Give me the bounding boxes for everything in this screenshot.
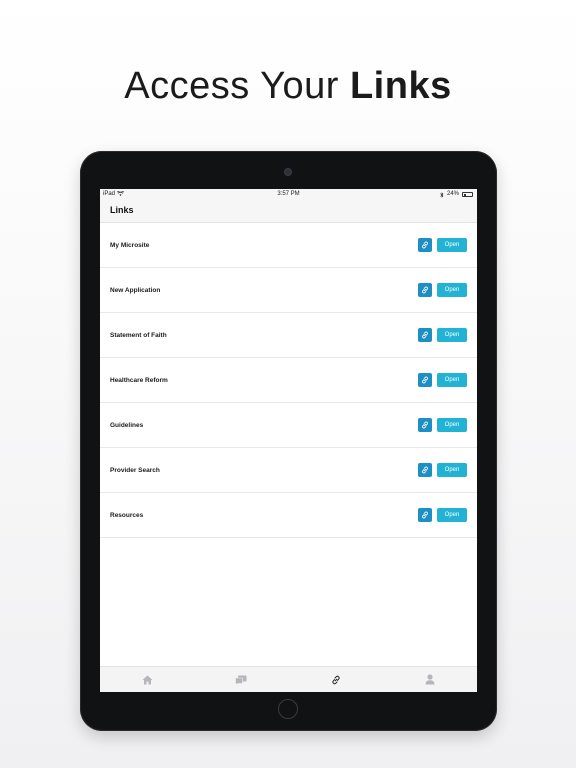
open-button[interactable]: Open: [437, 373, 467, 387]
tab-messages[interactable]: [194, 667, 288, 692]
list-item-label: Provider Search: [110, 466, 160, 474]
list-item[interactable]: Guidelines Open: [100, 403, 477, 448]
headline-regular: Access Your: [124, 65, 339, 107]
tab-home[interactable]: [100, 667, 194, 692]
link-icon: [331, 675, 341, 685]
headline-bold: Links: [349, 65, 452, 107]
copy-link-button[interactable]: [418, 283, 432, 297]
open-button[interactable]: Open: [437, 508, 467, 522]
link-icon: [422, 421, 428, 429]
list-item[interactable]: Healthcare Reform Open: [100, 358, 477, 403]
home-button[interactable]: [278, 699, 298, 719]
link-icon: [422, 241, 428, 249]
list-item-label: Guidelines: [110, 421, 144, 429]
open-button[interactable]: Open: [437, 418, 467, 432]
ipad-frame: iPad 3:57 PM 24% Links My Microsite Open N…: [80, 151, 497, 731]
link-icon: [422, 286, 428, 294]
status-time: 3:57 PM: [277, 191, 300, 197]
copy-link-button[interactable]: [418, 508, 432, 522]
nav-title: Links: [100, 200, 477, 223]
copy-link-button[interactable]: [418, 238, 432, 252]
copy-link-button[interactable]: [418, 373, 432, 387]
list-item[interactable]: Resources Open: [100, 493, 477, 538]
list-item[interactable]: My Microsite Open: [100, 223, 477, 268]
bluetooth-icon: [440, 191, 444, 198]
list-item[interactable]: Statement of Faith Open: [100, 313, 477, 358]
copy-link-button[interactable]: [418, 418, 432, 432]
person-icon: [425, 674, 435, 685]
link-icon: [422, 376, 428, 384]
home-icon: [142, 675, 153, 685]
battery-icon: [462, 192, 473, 197]
link-icon: [422, 331, 428, 339]
battery-fill: [463, 193, 466, 197]
status-bar: iPad 3:57 PM 24%: [100, 189, 477, 200]
list-item-label: Statement of Faith: [110, 331, 167, 339]
link-list: My Microsite Open New Application Open State…: [100, 223, 477, 538]
open-button[interactable]: Open: [437, 238, 467, 252]
list-item[interactable]: New Application Open: [100, 268, 477, 313]
tab-profile[interactable]: [383, 667, 477, 692]
open-button[interactable]: Open: [437, 463, 467, 477]
tab-bar: [100, 666, 477, 692]
tab-links[interactable]: [289, 667, 383, 692]
list-item-label: My Microsite: [110, 241, 150, 249]
link-icon: [422, 466, 428, 474]
list-item[interactable]: Provider Search Open: [100, 448, 477, 493]
battery-percent: 24%: [446, 191, 459, 197]
copy-link-button[interactable]: [418, 328, 432, 342]
list-item-label: Resources: [110, 511, 144, 519]
headline: Access Your Links: [0, 62, 576, 110]
chat-icon: [235, 675, 247, 685]
copy-link-button[interactable]: [418, 463, 432, 477]
list-item-label: Healthcare Reform: [110, 376, 168, 384]
app-screen: iPad 3:57 PM 24% Links My Microsite Open N…: [100, 189, 477, 692]
link-icon: [422, 511, 428, 519]
status-right: 24%: [440, 189, 473, 200]
list-item-label: New Application: [110, 286, 161, 294]
camera-icon: [285, 169, 291, 175]
open-button[interactable]: Open: [437, 328, 467, 342]
open-button[interactable]: Open: [437, 283, 467, 297]
